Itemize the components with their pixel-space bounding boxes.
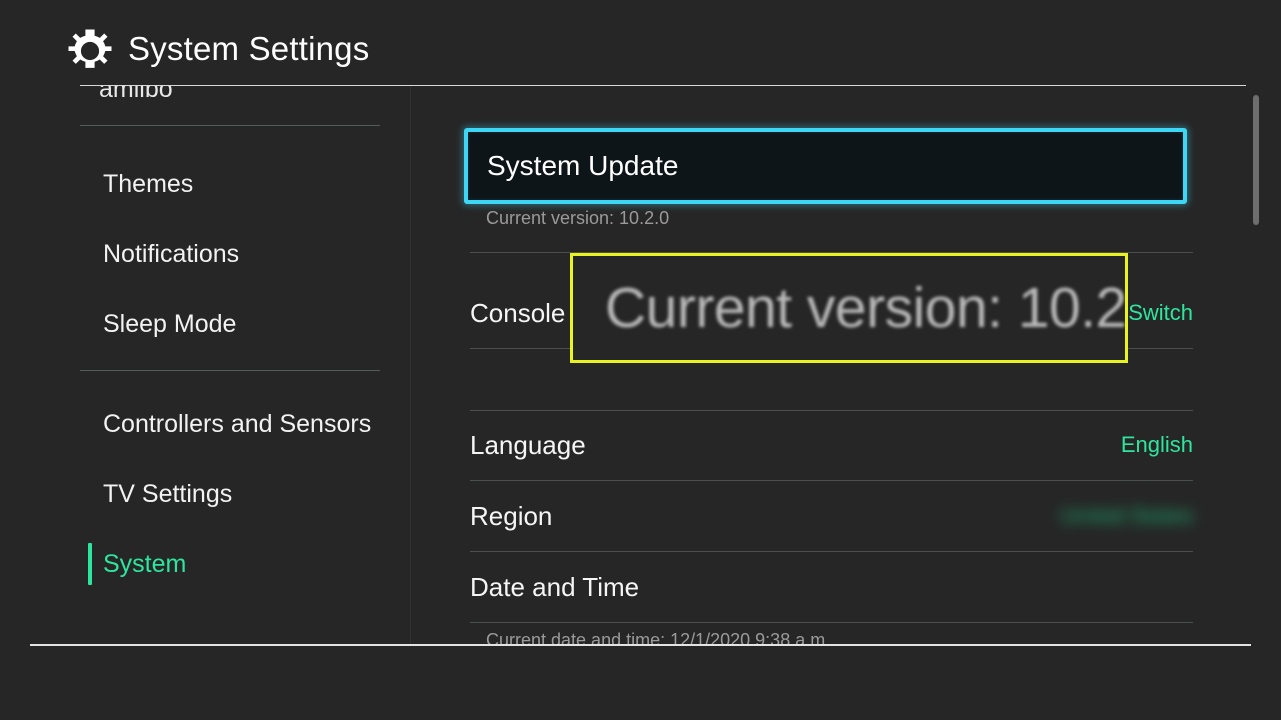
page-title: System Settings	[128, 30, 370, 67]
list-item-value: English	[1120, 432, 1193, 457]
sidebar-item-label: Sleep Mode	[103, 309, 237, 338]
list-item-value: Switch	[1128, 300, 1193, 325]
list-item-label: Date and Time	[470, 571, 640, 602]
sidebar-item-label: TV Settings	[103, 479, 233, 508]
header: System Settings	[0, 0, 1281, 86]
sidebar[interactable]: amiibo Themes Notifications Sleep Mode C…	[0, 86, 412, 644]
magnifier-callout: Current version: 10.2.0	[570, 253, 1128, 363]
sidebar-divider-top	[80, 125, 380, 126]
list-item-region[interactable]: Region United States	[470, 481, 1193, 551]
list-item-value: United States	[1060, 503, 1193, 528]
content-panel: System Update Current version: 10.2.0 Co…	[412, 86, 1281, 644]
sidebar-item-label: System	[103, 549, 187, 578]
sidebar-accent-bar	[88, 403, 92, 445]
gear-icon	[64, 27, 116, 79]
list-item-language[interactable]: Language English	[470, 410, 1193, 480]
sidebar-item-system[interactable]: System	[88, 541, 398, 587]
sidebar-item-label: Notifications	[103, 239, 240, 268]
bottom-bar: B Back A OK	[0, 646, 1281, 720]
sidebar-content-divider	[410, 86, 411, 644]
date-and-time-current-value: Current date and time: 12/1/2020 9:38 a.…	[486, 630, 831, 644]
sidebar-accent-bar	[88, 303, 92, 345]
list-item-label: Language	[470, 429, 586, 460]
magnifier-text: Current version: 10.2.0	[605, 276, 1128, 340]
row-divider	[470, 622, 1193, 623]
sidebar-accent-bar	[88, 473, 92, 515]
sidebar-item-label: Themes	[103, 169, 194, 198]
list-item-label: System Update	[487, 150, 679, 181]
nintendo-switch-system-settings-screen: System Settings amiibo Themes Notificati…	[0, 0, 1281, 720]
sidebar-accent-bar	[88, 233, 92, 275]
sidebar-item-tv-settings[interactable]: TV Settings	[88, 471, 398, 517]
list-item-label: Region	[470, 500, 553, 531]
sidebar-item-amiibo[interactable]: amiibo	[99, 86, 173, 104]
sidebar-item-notifications[interactable]: Notifications	[88, 231, 398, 277]
sidebar-item-controllers-and-sensors[interactable]: Controllers and Sensors	[88, 401, 398, 447]
sidebar-item-themes[interactable]: Themes	[88, 161, 398, 207]
sidebar-item-label: Controllers and Sensors	[103, 409, 372, 438]
sidebar-divider-middle	[80, 370, 380, 371]
system-update-current-version: Current version: 10.2.0	[486, 208, 670, 228]
content-scrollbar-thumb[interactable]	[1253, 95, 1259, 225]
list-item-date-and-time[interactable]: Date and Time	[470, 552, 1193, 622]
sidebar-accent-bar	[88, 163, 92, 205]
sidebar-item-sleep-mode[interactable]: Sleep Mode	[88, 301, 398, 347]
list-item-system-update[interactable]: System Update	[464, 128, 1187, 204]
sidebar-accent-bar	[88, 543, 92, 585]
